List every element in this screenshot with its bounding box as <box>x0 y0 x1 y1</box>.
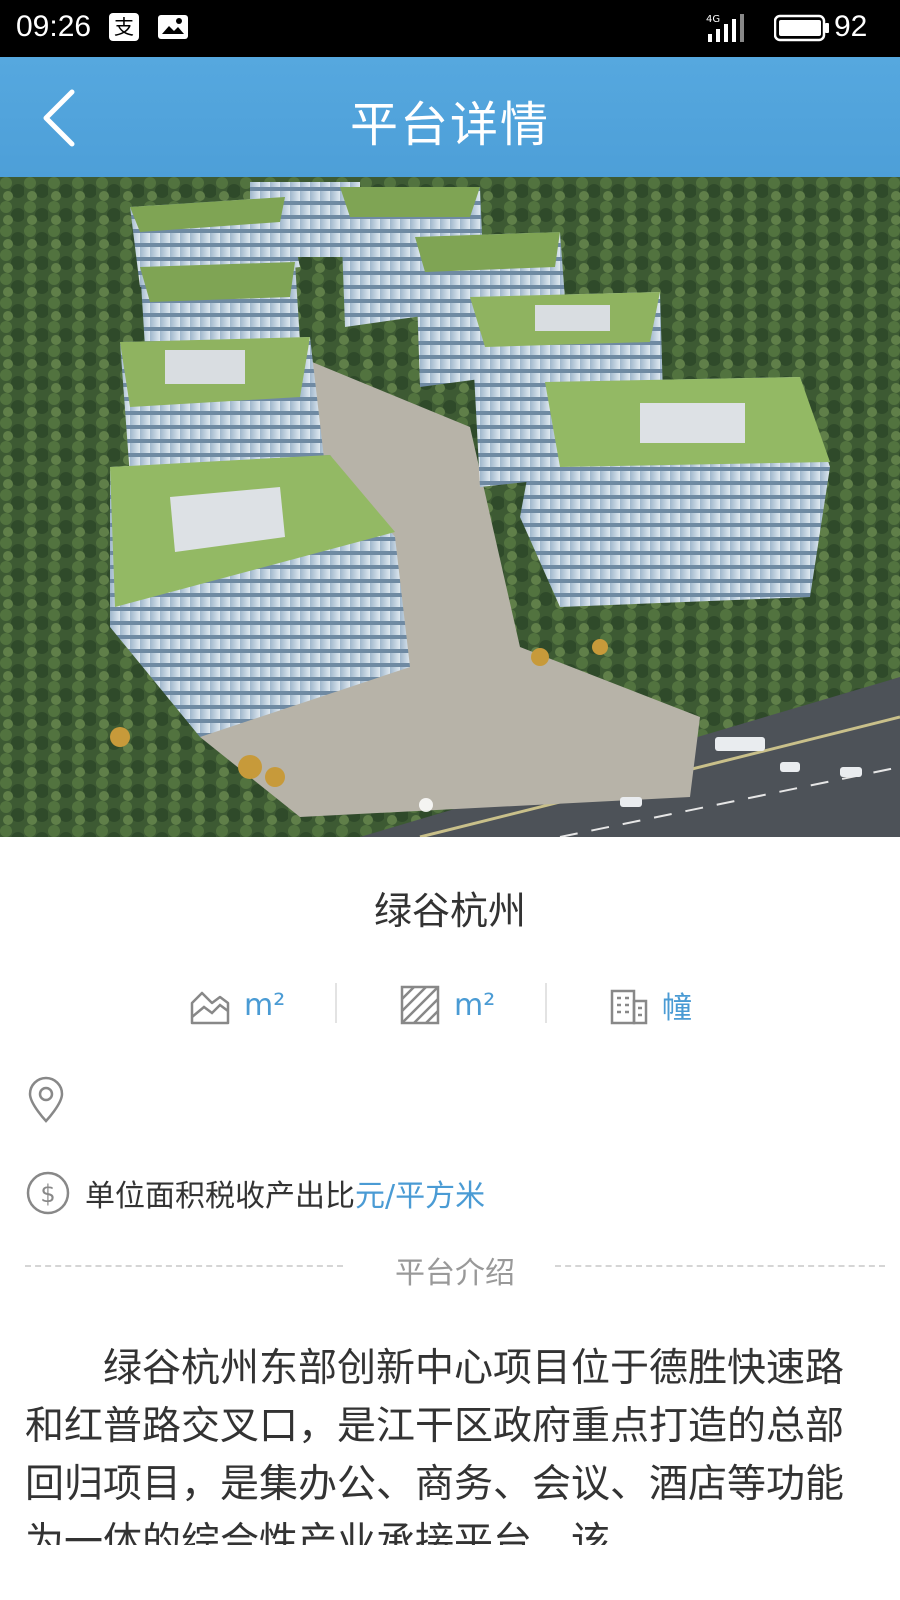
page-title: 平台详情 <box>349 97 550 153</box>
carousel-indicator-dot[interactable] <box>419 798 433 812</box>
building-count-icon <box>610 989 648 1025</box>
status-bar: 09:26 支 4G 92 <box>0 0 900 57</box>
image-notification-icon <box>158 15 188 39</box>
platform-name: 绿谷杭州 <box>373 889 526 933</box>
stat-divider <box>335 983 337 1023</box>
stat-building-area-unit: m² <box>454 987 496 1023</box>
stat-building-count: 幢 <box>608 975 692 1035</box>
platform-intro-text: 绿谷杭州东部创新中心项目位于德胜快速路和红普路交叉口，是江干区政府重点打造的总部… <box>25 1346 845 1545</box>
location-pin-icon <box>28 1076 64 1123</box>
svg-text:$: $ <box>40 1180 55 1208</box>
banner-carousel[interactable] <box>0 177 900 837</box>
land-area-icon <box>190 991 230 1025</box>
network-label: 4G <box>706 14 720 25</box>
tax-ratio-label: 单位面积税收产出比 <box>85 1179 355 1214</box>
stat-building-count-unit: 幢 <box>662 991 692 1026</box>
battery-icon <box>774 14 829 42</box>
battery-percent: 92 <box>834 10 868 43</box>
tax-ratio-text: 单位面积税收产出比元/平方米 <box>85 1171 485 1215</box>
stat-land-area-unit: m² <box>244 987 286 1023</box>
dashed-line <box>555 1265 885 1267</box>
dollar-icon: $ <box>26 1171 70 1215</box>
section-title-intro: 平台介绍 <box>395 1256 515 1291</box>
stat-divider <box>545 983 547 1023</box>
tax-ratio-row: $ 单位面积税收产出比元/平方米 <box>25 1170 485 1216</box>
aerial-building-image <box>0 177 900 837</box>
svg-text:支: 支 <box>114 15 134 39</box>
signal-icon: 4G <box>706 14 744 42</box>
alipay-icon: 支 <box>109 13 139 41</box>
address-row <box>25 1076 81 1124</box>
building-area-icon <box>400 985 440 1025</box>
nav-bar: 平台详情 <box>0 57 900 177</box>
status-time: 09:26 <box>16 10 92 43</box>
stats-row: m² m² 幢 <box>0 975 900 1035</box>
stat-land-area: m² <box>188 975 285 1035</box>
tax-ratio-unit: 元/平方米 <box>355 1179 486 1214</box>
section-divider: 平台介绍 <box>25 1248 885 1291</box>
stat-building-area: m² <box>398 975 495 1035</box>
